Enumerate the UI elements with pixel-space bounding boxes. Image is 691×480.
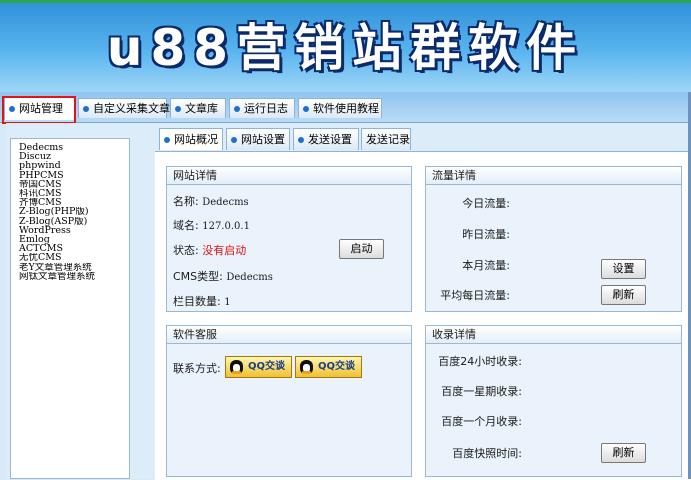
panel-title: 网站详情 — [167, 167, 411, 185]
tab-dot-icon — [164, 137, 170, 143]
traffic-panel: 流量详情 今日流量: 昨日流量: 本月流量: 设置 平均每日流量: 刷新 — [425, 166, 682, 312]
site-details-panel: 网站详情 名称: Dedecms 域名: 127.0.0.1 状态: 没有启动 … — [166, 166, 412, 312]
main-tab-bar: 网站管理 自定义采集文章 文章库 运行日志 软件使用教程 — [0, 92, 691, 123]
cms-row: CMS类型: Dedecms — [173, 268, 273, 284]
status-row: 状态: 没有启动 — [173, 242, 246, 258]
app-title: u88营销站群软件 — [106, 19, 585, 77]
tab-label: 软件使用教程 — [313, 102, 379, 115]
tab-dot-icon — [234, 106, 240, 112]
tab-dot-icon — [83, 106, 89, 112]
column-row: 栏目数量: 1 — [173, 293, 231, 309]
subtab-label: 发送记录 — [366, 133, 410, 146]
name-row: 名称: Dedecms — [173, 193, 249, 209]
list-item[interactable]: 老Y文章管理系统 — [11, 263, 129, 272]
today-traffic-label: 今日流量: — [462, 197, 510, 210]
tab-dot-icon — [175, 106, 181, 112]
list-item[interactable]: Emlog — [11, 235, 129, 244]
tab-tutorial[interactable]: 软件使用教程 — [298, 98, 382, 118]
tab-label: 网站管理 — [19, 102, 63, 115]
tab-dot-icon — [231, 137, 237, 143]
status-value: 没有启动 — [202, 244, 247, 257]
list-item[interactable]: 帝国CMS — [11, 180, 129, 189]
tab-custom-collect[interactable]: 自定义采集文章 — [78, 98, 170, 118]
tab-site-management[interactable]: 网站管理 — [4, 96, 75, 120]
overview-pane: 网站详情 名称: Dedecms 域名: 127.0.0.1 状态: 没有启动 … — [155, 151, 691, 480]
list-item[interactable]: 网钛文章管理系统 — [11, 272, 129, 281]
tab-dot-icon — [298, 137, 304, 143]
panel-title: 收录详情 — [426, 326, 681, 344]
cms-label: CMS类型: — [173, 270, 223, 283]
qq-chat-button-1[interactable]: QQ交谈 — [225, 356, 293, 378]
site-list[interactable]: Dedecms Discuz phpwind PHPCMS 帝国CMS 科讯CM… — [10, 138, 130, 479]
list-item[interactable]: Z-Blog(ASP版) — [11, 217, 129, 226]
list-item[interactable]: ACTCMS — [11, 244, 129, 253]
tab-label: 运行日志 — [244, 102, 288, 115]
list-item[interactable]: Discuz — [11, 152, 129, 161]
domain-value: 127.0.0.1 — [202, 221, 250, 232]
indexing-panel: 收录详情 百度24小时收录: 百度一星期收录: 百度一个月收录: 百度快照时间:… — [425, 325, 682, 477]
tab-run-log[interactable]: 运行日志 — [229, 98, 295, 118]
baidu-month-label: 百度一个月收录: — [441, 415, 522, 428]
tab-dot-icon — [9, 106, 15, 112]
cms-value: Dedecms — [226, 272, 273, 283]
sub-tab-bar: 网站概况 网站设置 发送设置 发送记录 — [155, 128, 691, 152]
name-label: 名称: — [173, 195, 199, 208]
list-item[interactable]: WordPress — [11, 226, 129, 235]
baidu-24h-label: 百度24小时收录: — [438, 355, 522, 368]
baidu-snapshot-label: 百度快照时间: — [452, 447, 522, 460]
subtab-label: 网站设置 — [241, 133, 285, 146]
qq-label: QQ交谈 — [248, 361, 286, 372]
tab-label: 文章库 — [185, 102, 218, 115]
refresh-indexing-button[interactable]: 刷新 — [601, 443, 646, 463]
banner-stripe — [0, 0, 691, 3]
list-item[interactable]: Z-Blog(PHP版) — [11, 207, 129, 216]
daily-avg-traffic-label: 平均每日流量: — [440, 289, 510, 302]
qq-penguin-icon — [300, 360, 313, 374]
month-traffic-label: 本月流量: — [462, 259, 510, 272]
list-item[interactable]: 齐博CMS — [11, 198, 129, 207]
list-item[interactable]: 无忧CMS — [11, 253, 129, 262]
status-label: 状态: — [173, 244, 199, 257]
subtab-overview[interactable]: 网站概况 — [159, 128, 223, 150]
list-item[interactable]: phpwind — [11, 161, 129, 170]
qq-chat-button-2[interactable]: QQ交谈 — [295, 356, 363, 378]
subtab-label: 发送设置 — [308, 133, 352, 146]
subtab-label: 网站概况 — [174, 133, 218, 146]
subtab-send-records[interactable]: 发送记录 — [361, 128, 411, 150]
banner: u88营销站群软件 — [0, 0, 691, 92]
baidu-week-label: 百度一星期收录: — [441, 385, 522, 398]
column-value: 1 — [224, 297, 231, 308]
tab-label: 自定义采集文章 — [93, 102, 170, 115]
support-panel: 软件客服 联系方式: QQ交谈 QQ交谈 — [166, 325, 412, 477]
set-button[interactable]: 设置 — [601, 259, 646, 279]
tab-dot-icon — [303, 106, 309, 112]
start-button[interactable]: 启动 — [339, 239, 384, 259]
subtab-site-settings[interactable]: 网站设置 — [226, 128, 290, 150]
list-item[interactable]: PHPCMS — [11, 171, 129, 180]
qq-penguin-icon — [230, 360, 243, 374]
list-item[interactable]: Dedecms — [11, 143, 129, 152]
panel-title: 流量详情 — [426, 167, 681, 185]
tab-article-library[interactable]: 文章库 — [170, 98, 226, 118]
column-label: 栏目数量: — [173, 295, 221, 308]
list-item[interactable]: 科讯CMS — [11, 189, 129, 198]
subtab-send-settings[interactable]: 发送设置 — [293, 128, 359, 150]
contact-label: 联系方式: — [173, 362, 221, 375]
qq-label: QQ交谈 — [318, 361, 356, 372]
name-value: Dedecms — [202, 197, 249, 208]
domain-label: 域名: — [173, 219, 199, 232]
domain-row: 域名: 127.0.0.1 — [173, 217, 250, 233]
panel-title: 软件客服 — [167, 326, 411, 344]
yesterday-traffic-label: 昨日流量: — [462, 228, 510, 241]
refresh-traffic-button[interactable]: 刷新 — [601, 285, 646, 305]
